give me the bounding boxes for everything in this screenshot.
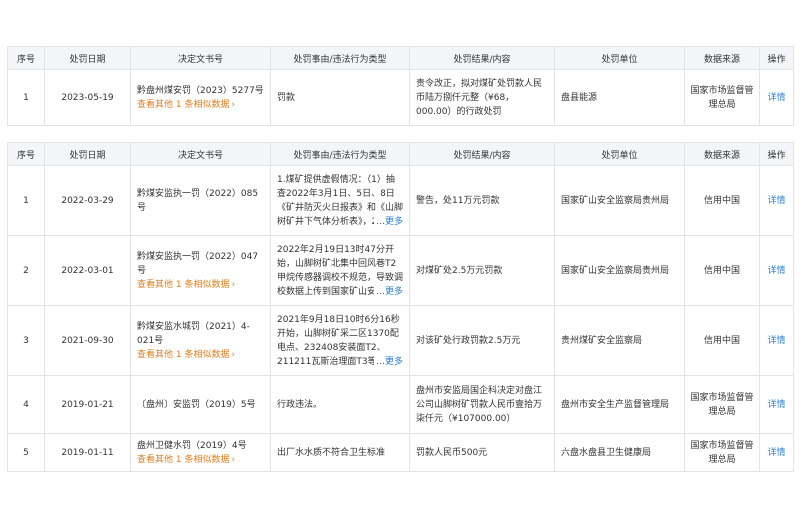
- row-date: 2019-01-21: [44, 375, 131, 434]
- row-unit: 盘县能源: [554, 69, 685, 126]
- detail-link[interactable]: 详情: [759, 235, 794, 306]
- similar-data-link[interactable]: 查看其他 1 条相似数据 ›: [137, 278, 264, 292]
- detail-link[interactable]: 详情: [759, 375, 794, 434]
- row-source: 国家市场监督管理总局: [684, 375, 760, 434]
- col-header-date: 处罚日期: [44, 142, 131, 166]
- table-row: 3 2021-09-30 黔煤安监水城罚（2021）4-021号 查看其他 1 …: [7, 305, 794, 376]
- row-reason-cell: 1.煤矿提供虚假情况：（1）抽查2022年3月1日、5日、8日《矿井防灭火日报表…: [270, 165, 410, 236]
- table-row: 4 2019-01-21 〔盘州〕安监罚（2019）5号 行政违法。 盘州市安监…: [7, 375, 794, 434]
- col-header-date: 处罚日期: [44, 46, 131, 70]
- row-result: 责令改正，拟对煤矿处罚款人民币陆万捌仟元整（¥68，000.00）的行政处罚: [409, 69, 555, 126]
- row-reason-cell: 2022年2月19日13时47分开始，山脚树矿北集中回风巷T2甲烷传感器调校不规…: [270, 235, 410, 306]
- row-unit: 贵州煤矿安全监察局: [554, 305, 685, 376]
- row-result: 盘州市安监局国企科决定对盘江公司山脚树矿罚款人民币壹拾万柒仟元（¥107000.…: [409, 375, 555, 434]
- col-header-source: 数据来源: [684, 46, 760, 70]
- row-date: 2022-03-01: [44, 235, 131, 306]
- penalty-table-2: 序号 处罚日期 决定文书号 处罚事由/违法行为类型 处罚结果/内容 处罚单位 数…: [7, 142, 794, 472]
- penalty-table-1: 序号 处罚日期 决定文书号 处罚事由/违法行为类型 处罚结果/内容 处罚单位 数…: [7, 46, 794, 126]
- row-reason-clamp: 2021年9月18日10时6分16秒开始，山脚树矿采二区1370配电点、2324…: [277, 313, 403, 369]
- row-unit: 六盘水盘县卫生健康局: [554, 433, 685, 472]
- row-unit: 国家矿山安全监察局贵州局: [554, 235, 685, 306]
- detail-link[interactable]: 详情: [759, 305, 794, 376]
- row-result: 对该矿处行政罚款2.5万元: [409, 305, 555, 376]
- col-header-result: 处罚结果/内容: [409, 46, 555, 70]
- row-index: 2: [7, 235, 45, 306]
- row-index: 1: [7, 165, 45, 236]
- row-index: 5: [7, 433, 45, 472]
- expand-more-link[interactable]: …更多: [373, 214, 403, 229]
- row-reason: 行政违法。: [270, 375, 410, 434]
- col-header-index: 序号: [7, 142, 45, 166]
- row-doc: 黔煤安监执一罚（2022）047号: [137, 251, 259, 276]
- row-source: 信用中国: [684, 165, 760, 236]
- row-reason: 罚款: [270, 69, 410, 126]
- row-unit: 盘州市安全生产监督管理局: [554, 375, 685, 434]
- detail-link[interactable]: 详情: [759, 69, 794, 126]
- row-index: 4: [7, 375, 45, 434]
- similar-data-link[interactable]: 查看其他 1 条相似数据 ›: [137, 453, 264, 467]
- expand-more-link[interactable]: …更多: [373, 284, 403, 299]
- row-reason-clamp: 1.煤矿提供虚假情况：（1）抽查2022年3月1日、5日、8日《矿井防灭火日报表…: [277, 173, 403, 229]
- table-row: 1 2023-05-19 黔盘州煤安罚（2023）5277号 查看其他 1 条相…: [7, 69, 794, 126]
- row-index: 1: [7, 69, 45, 126]
- row-reason-cell: 2021年9月18日10时6分16秒开始，山脚树矿采二区1370配电点、2324…: [270, 305, 410, 376]
- row-unit: 国家矿山安全监察局贵州局: [554, 165, 685, 236]
- row-result: 对煤矿处2.5万元罚款: [409, 235, 555, 306]
- chevron-right-icon: ›: [231, 279, 236, 290]
- row-date: 2023-05-19: [44, 69, 131, 126]
- row-index: 3: [7, 305, 45, 376]
- col-header-unit: 处罚单位: [554, 142, 685, 166]
- table-header-row: 序号 处罚日期 决定文书号 处罚事由/违法行为类型 处罚结果/内容 处罚单位 数…: [7, 46, 794, 70]
- chevron-right-icon: ›: [231, 454, 236, 465]
- col-header-reason: 处罚事由/违法行为类型: [270, 142, 410, 166]
- row-doc: 黔煤安监水城罚（2021）4-021号: [137, 321, 250, 346]
- detail-link[interactable]: 详情: [759, 165, 794, 236]
- table-row: 5 2019-01-11 盘州卫健水罚（2019）4号 查看其他 1 条相似数据…: [7, 433, 794, 472]
- chevron-right-icon: ›: [231, 349, 236, 360]
- row-date: 2022-03-29: [44, 165, 131, 236]
- row-source: 国家市场监督管理总局: [684, 69, 760, 126]
- row-date: 2021-09-30: [44, 305, 131, 376]
- similar-data-link[interactable]: 查看其他 1 条相似数据 ›: [137, 348, 264, 362]
- table-gap: [7, 126, 793, 142]
- row-source: 信用中国: [684, 235, 760, 306]
- row-doc: 黔煤安监执一罚（2022）085号: [130, 165, 271, 236]
- row-result: 罚款人民币500元: [409, 433, 555, 472]
- row-doc-cell: 盘州卫健水罚（2019）4号 查看其他 1 条相似数据 ›: [130, 433, 271, 472]
- row-reason-clamp: 2022年2月19日13时47分开始，山脚树矿北集中回风巷T2甲烷传感器调校不规…: [277, 243, 403, 299]
- expand-more-link[interactable]: …更多: [373, 354, 403, 369]
- similar-data-link[interactable]: 查看其他 1 条相似数据 ›: [137, 98, 264, 112]
- penalty-records: 序号 处罚日期 决定文书号 处罚事由/违法行为类型 处罚结果/内容 处罚单位 数…: [7, 46, 794, 472]
- row-source: 信用中国: [684, 305, 760, 376]
- row-source: 国家市场监督管理总局: [684, 433, 760, 472]
- chevron-right-icon: ›: [231, 99, 236, 110]
- row-doc-cell: 黔煤安监水城罚（2021）4-021号 查看其他 1 条相似数据 ›: [130, 305, 271, 376]
- col-header-action: 操作: [759, 142, 794, 166]
- row-doc: 黔盘州煤安罚（2023）5277号: [137, 85, 264, 96]
- col-header-action: 操作: [759, 46, 794, 70]
- table-row: 2 2022-03-01 黔煤安监执一罚（2022）047号 查看其他 1 条相…: [7, 235, 794, 306]
- row-date: 2019-01-11: [44, 433, 131, 472]
- row-reason: 出厂水水质不符合卫生标准: [270, 433, 410, 472]
- row-doc: 〔盘州〕安监罚（2019）5号: [130, 375, 271, 434]
- row-doc-cell: 黔盘州煤安罚（2023）5277号 查看其他 1 条相似数据 ›: [130, 69, 271, 126]
- detail-link[interactable]: 详情: [759, 433, 794, 472]
- row-doc: 盘州卫健水罚（2019）4号: [137, 440, 247, 451]
- col-header-doc: 决定文书号: [130, 142, 271, 166]
- col-header-doc: 决定文书号: [130, 46, 271, 70]
- col-header-reason: 处罚事由/违法行为类型: [270, 46, 410, 70]
- col-header-index: 序号: [7, 46, 45, 70]
- row-result: 警告，处11万元罚款: [409, 165, 555, 236]
- col-header-source: 数据来源: [684, 142, 760, 166]
- table-header-row: 序号 处罚日期 决定文书号 处罚事由/违法行为类型 处罚结果/内容 处罚单位 数…: [7, 142, 794, 166]
- col-header-unit: 处罚单位: [554, 46, 685, 70]
- row-doc-cell: 黔煤安监执一罚（2022）047号 查看其他 1 条相似数据 ›: [130, 235, 271, 306]
- table-row: 1 2022-03-29 黔煤安监执一罚（2022）085号 1.煤矿提供虚假情…: [7, 165, 794, 236]
- col-header-result: 处罚结果/内容: [409, 142, 555, 166]
